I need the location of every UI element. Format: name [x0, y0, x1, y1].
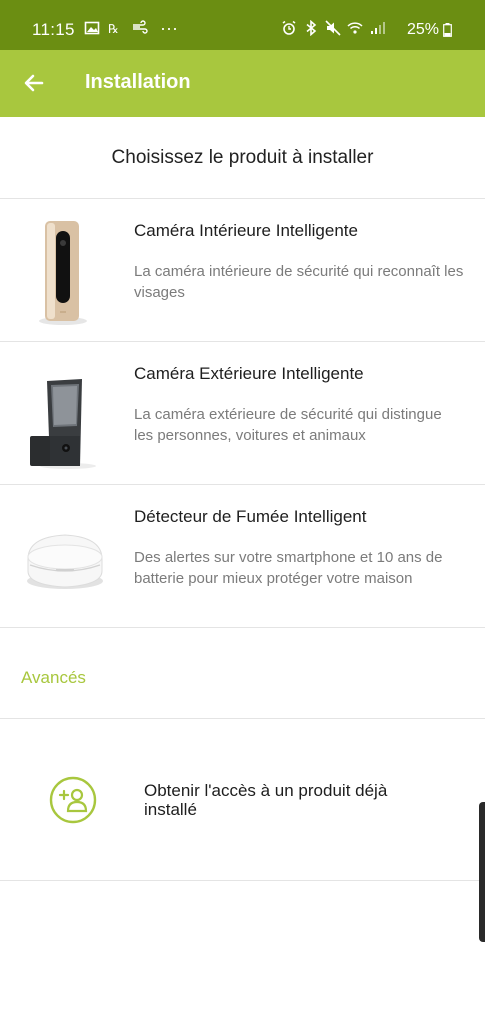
voicemail-icon: ℞: [108, 22, 119, 36]
product-item-outdoor-camera[interactable]: Caméra Extérieure Intelligente La caméra…: [0, 342, 485, 485]
product-description: Des alertes sur votre smartphone et 10 a…: [134, 549, 443, 587]
edge-panel-handle[interactable]: [479, 802, 485, 942]
status-bar: 11:15 ℞ ··· 25%: [0, 0, 485, 50]
status-time: 11:15: [32, 20, 75, 39]
outdoor-camera-image: [30, 379, 96, 469]
access-installed-product-label: Obtenir l'accès à un produit déjà instal…: [144, 781, 388, 819]
advanced-label: Avancés: [21, 668, 86, 687]
status-left-icons: ℞ ···: [84, 18, 178, 38]
product-description: La caméra intérieure de sécurité qui rec…: [134, 263, 464, 301]
product-name: Caméra Extérieure Intelligente: [134, 364, 364, 383]
battery-icon: [443, 23, 452, 37]
page-title: Installation: [85, 71, 191, 93]
access-installed-product-item[interactable]: Obtenir l'accès à un produit déjà instal…: [0, 719, 485, 881]
choose-product-header: Choisissez le produit à installer: [0, 117, 485, 199]
status-right-icons: [281, 20, 385, 36]
product-name: Caméra Intérieure Intelligente: [134, 221, 358, 240]
bluetooth-icon: [306, 20, 317, 36]
product-item-indoor-camera[interactable]: Caméra Intérieure Intelligente La caméra…: [0, 199, 485, 342]
app-bar: Installation: [0, 50, 485, 117]
battery-percent: 25%: [406, 21, 439, 38]
product-name: Détecteur de Fumée Intelligent: [134, 507, 367, 526]
arrow-left-icon[interactable]: [20, 69, 48, 97]
advanced-section-header: Avancés: [0, 628, 485, 719]
gallery-icon: [84, 21, 100, 35]
indoor-camera-image: [39, 221, 87, 325]
add-user-icon: [49, 776, 97, 824]
wind-icon: [133, 20, 148, 34]
more-dots-icon: ···: [160, 18, 178, 38]
wifi-icon: [347, 22, 363, 34]
smoke-detector-image: [27, 534, 103, 589]
alarm-icon: [282, 20, 296, 35]
mute-icon: [325, 20, 341, 36]
product-description: La caméra extérieure de sécurité qui dis…: [134, 406, 442, 444]
choose-product-text: Choisissez le produit à installer: [111, 147, 374, 168]
product-item-smoke-detector[interactable]: Détecteur de Fumée Intelligent Des alert…: [0, 485, 485, 628]
svg-text:℞: ℞: [108, 22, 119, 36]
signal-icon: [371, 22, 385, 34]
